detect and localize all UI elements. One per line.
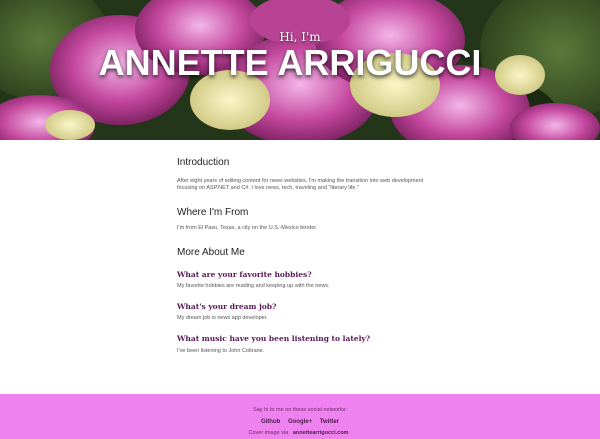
social-links: Github Google+ Twitter [0,419,600,425]
intro-text: After eight years of editing content for… [177,178,424,191]
hero-name: ANNETTE ARRIGUCCI [98,42,482,83]
dream-job-question: What's your dream job? [177,302,277,311]
from-heading: Where I'm From [177,207,249,218]
hero-banner: Hi, I'm ANNETTE ARRIGUCCI [0,0,600,140]
dream-job-answer: My dream job is news app developer. [177,315,268,321]
more-heading: More About Me [177,247,245,258]
social-prompt: Say hi to me on these social networks: [253,407,347,413]
footer: Say hi to me on these social networks: G… [0,394,600,439]
hobbies-answer: My favorite hobbies are reading and keep… [177,283,330,289]
twitter-link[interactable]: Twitter [320,419,339,425]
cover-credit-link[interactable]: annettearrigucci.com [293,430,349,436]
hobbies-question: What are your favorite hobbies? [177,270,312,279]
cover-credit: Cover image via annettearrigucci.com [0,430,600,436]
music-question: What music have you been listening to la… [177,334,371,343]
cover-credit-prefix: Cover image via [248,430,289,436]
main-content: Introduction After eight years of editin… [177,150,427,355]
github-link[interactable]: Github [261,419,280,425]
from-text: I'm from El Paso, Texas, a city on the U… [177,225,318,231]
google-plus-link[interactable]: Google+ [288,419,312,425]
music-answer: I've been listening to John Coltrane. [177,348,265,354]
intro-heading: Introduction [177,157,230,168]
